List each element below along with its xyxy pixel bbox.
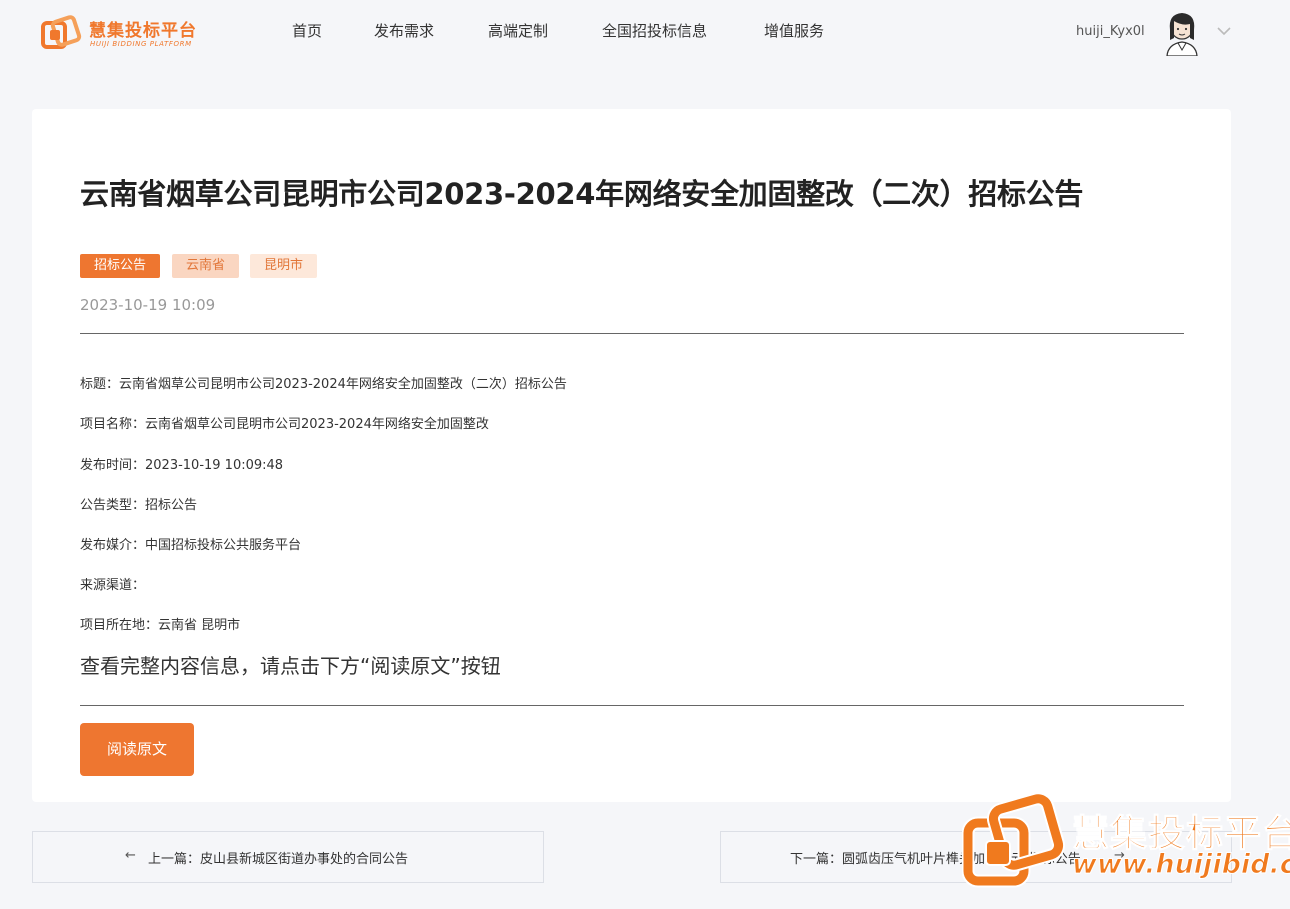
logo-mark-icon bbox=[41, 15, 82, 49]
prev-article-label: 上一篇：皮山县新城区街道办事处的合同公告 bbox=[148, 852, 409, 867]
nav-publish-demand[interactable]: 发布需求 bbox=[374, 20, 434, 41]
read-hint: 查看完整内容信息，请点击下方“阅读原文”按钮 bbox=[80, 654, 501, 678]
publish-date: 2023-10-19 10:09 bbox=[80, 296, 216, 314]
read-original-button[interactable]: 阅读原文 bbox=[80, 723, 194, 776]
avatar[interactable] bbox=[1162, 10, 1202, 56]
tag-category: 招标公告 bbox=[80, 254, 161, 278]
tag-province: 云南省 bbox=[172, 254, 240, 278]
field-location: 项目所在地：云南省 昆明市 bbox=[80, 618, 241, 633]
nav-value-added[interactable]: 增值服务 bbox=[764, 20, 824, 41]
logo-subtitle: HUIJI BIDDING PLATFORM bbox=[90, 40, 192, 48]
prev-article-link[interactable]: ← 上一篇：皮山县新城区街道办事处的合同公告 bbox=[32, 831, 544, 883]
field-source: 来源渠道： bbox=[80, 578, 146, 593]
chevron-down-icon[interactable] bbox=[1215, 22, 1233, 40]
field-notice-type: 公告类型：招标公告 bbox=[80, 498, 198, 513]
nav-home[interactable]: 首页 bbox=[292, 20, 322, 41]
field-title: 标题：云南省烟草公司昆明市公司2023-2024年网络安全加固整改（二次）招标公… bbox=[80, 377, 567, 392]
divider bbox=[80, 333, 1184, 334]
logo-text: 慧集投标平台 bbox=[89, 21, 197, 41]
next-article-label: 下一篇：圆弧齿压气机叶片榫头加工单元-招标公告 bbox=[790, 852, 1081, 867]
field-project-name: 项目名称：云南省烟草公司昆明市公司2023-2024年网络安全加固整改 bbox=[80, 417, 489, 432]
divider bbox=[80, 705, 1184, 706]
arrow-right-icon: → bbox=[1114, 848, 1125, 863]
site-logo[interactable]: 慧集投标平台 HUIJI BIDDING PLATFORM bbox=[40, 14, 196, 56]
nav-bidding-info[interactable]: 全国招投标信息 bbox=[602, 20, 707, 41]
field-media: 发布媒介：中国招标投标公共服务平台 bbox=[80, 538, 302, 553]
nav-custom[interactable]: 高端定制 bbox=[488, 20, 548, 41]
page-title: 云南省烟草公司昆明市公司2023-2024年网络安全加固整改（二次）招标公告 bbox=[80, 177, 1084, 211]
arrow-left-icon: ← bbox=[125, 848, 136, 863]
top-header: 慧集投标平台 HUIJI BIDDING PLATFORM 首页 发布需求 高端… bbox=[0, 0, 1290, 64]
user-name[interactable]: huiji_Kyx0l bbox=[1076, 24, 1145, 39]
field-publish-time: 发布时间：2023-10-19 10:09:48 bbox=[80, 458, 284, 473]
article-card: 云南省烟草公司昆明市公司2023-2024年网络安全加固整改（二次）招标公告 招… bbox=[32, 109, 1231, 802]
next-article-link[interactable]: 下一篇：圆弧齿压气机叶片榫头加工单元-招标公告 → bbox=[720, 831, 1232, 883]
tag-city: 昆明市 bbox=[250, 254, 318, 278]
